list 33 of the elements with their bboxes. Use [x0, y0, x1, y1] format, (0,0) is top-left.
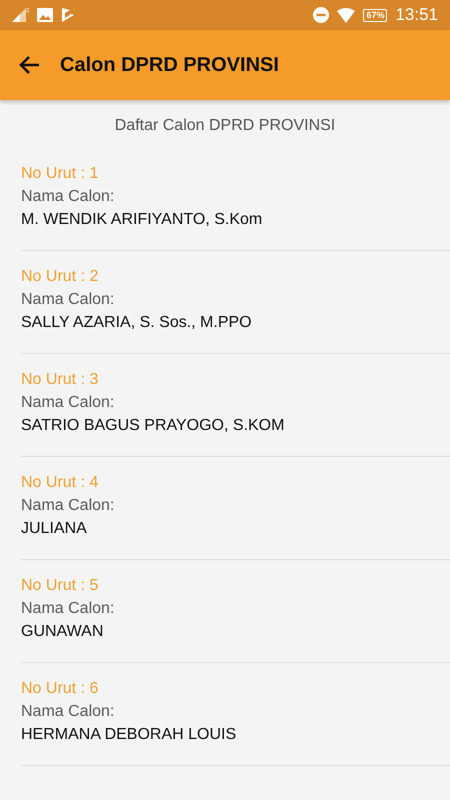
- candidate-number: No Urut : 3: [21, 371, 98, 388]
- candidate-name: JULIANA: [21, 520, 87, 537]
- field-label: Nama Calon:: [21, 497, 114, 514]
- field-label: Nama Calon:: [21, 600, 114, 617]
- signal-icon: [12, 8, 26, 22]
- candidate-number: No Urut : 1: [21, 165, 98, 182]
- battery-icon: 67%: [363, 8, 388, 22]
- clock-time: 13:51: [395, 4, 438, 26]
- field-label: Nama Calon:: [21, 188, 114, 205]
- candidate-name: SATRIO BAGUS PRAYOGO, S.KOM: [21, 417, 284, 434]
- candidate-item[interactable]: No Urut : 3 Nama Calon: SATRIO BAGUS PRAYOGO, S.KOM: [21, 354, 450, 457]
- candidate-number: No Urut : 5: [21, 577, 98, 594]
- candidate-number: No Urut : 6: [21, 680, 98, 697]
- wifi-icon: [337, 8, 356, 22]
- candidate-item[interactable]: No Urut : 1 Nama Calon: M. WENDIK ARIFIYANTO, S.Kom: [21, 148, 450, 251]
- field-label: Nama Calon:: [21, 291, 114, 308]
- screen-title: Calon DPRD PROVINSI: [60, 53, 279, 78]
- field-label: Nama Calon:: [21, 394, 114, 411]
- candidate-item[interactable]: No Urut : 6 Nama Calon: HERMANA DEBORAH LOUIS: [21, 663, 450, 766]
- candidate-name: SALLY AZARIA, S. Sos., M.PPO: [21, 314, 252, 331]
- candidate-item[interactable]: No Urut : 4 Nama Calon: JULIANA: [21, 457, 450, 560]
- candidate-item[interactable]: No Urut : 5 Nama Calon: GUNAWAN: [21, 560, 450, 663]
- do-not-disturb-icon: [313, 7, 330, 23]
- candidate-number: No Urut : 4: [21, 474, 98, 491]
- back-arrow-icon: [18, 55, 40, 75]
- candidate-number: No Urut : 2: [21, 268, 98, 285]
- candidate-name: M. WENDIK ARIFIYANTO, S.Kom: [21, 211, 262, 228]
- image-icon: [37, 8, 54, 22]
- candidate-name: HERMANA DEBORAH LOUIS: [21, 726, 236, 743]
- list-heading: Daftar Calon DPRD PROVINSI: [114, 116, 336, 136]
- candidate-item[interactable]: No Urut : 2 Nama Calon: SALLY AZARIA, S. Sos., M.PPO: [21, 251, 450, 354]
- field-label: Nama Calon:: [21, 703, 114, 720]
- candidate-name: GUNAWAN: [21, 623, 104, 640]
